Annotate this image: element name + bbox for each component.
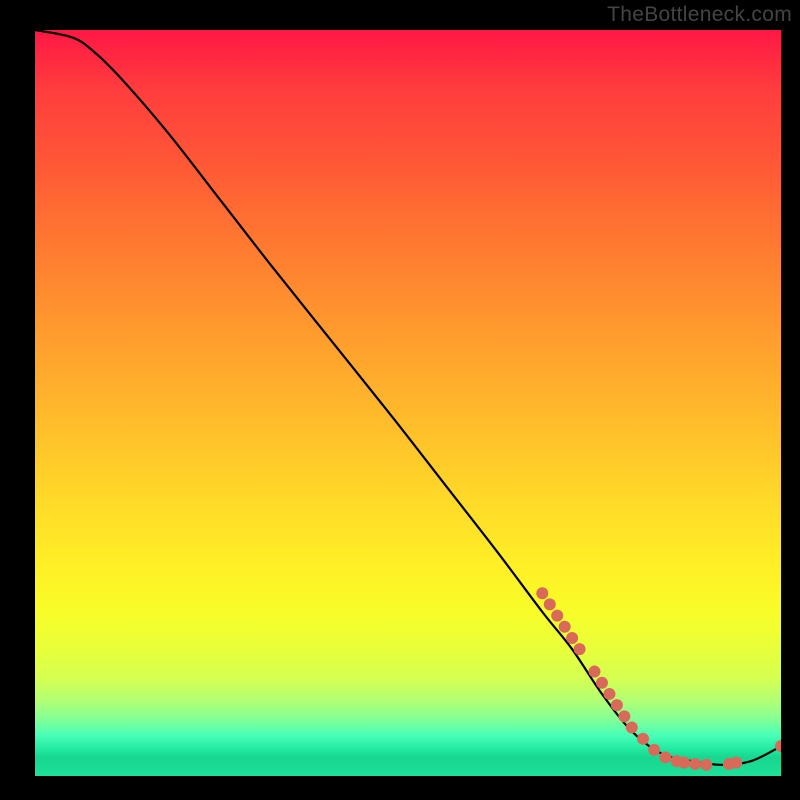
marker-dot	[626, 722, 638, 734]
marker-dot	[730, 757, 742, 769]
marker-dot	[700, 759, 712, 771]
marker-dot	[618, 710, 630, 722]
marker-dot	[574, 643, 586, 655]
marker-dot	[611, 699, 623, 711]
marker-dot	[551, 610, 563, 622]
marker-dot	[536, 587, 548, 599]
marker-dot	[559, 621, 571, 633]
marker-dot	[603, 688, 615, 700]
marker-dot	[589, 666, 601, 678]
marker-dot	[637, 733, 649, 745]
highlight-markers	[536, 587, 781, 771]
marker-dot	[689, 758, 701, 770]
marker-dot	[678, 757, 690, 769]
chart-svg	[35, 30, 781, 776]
marker-dot	[566, 632, 578, 644]
marker-dot	[544, 598, 556, 610]
marker-dot	[596, 677, 608, 689]
marker-dot	[775, 740, 781, 752]
attribution-text: TheBottleneck.com	[607, 3, 792, 27]
curve-line	[35, 30, 781, 765]
marker-dot	[648, 744, 660, 756]
marker-dot	[659, 751, 671, 763]
